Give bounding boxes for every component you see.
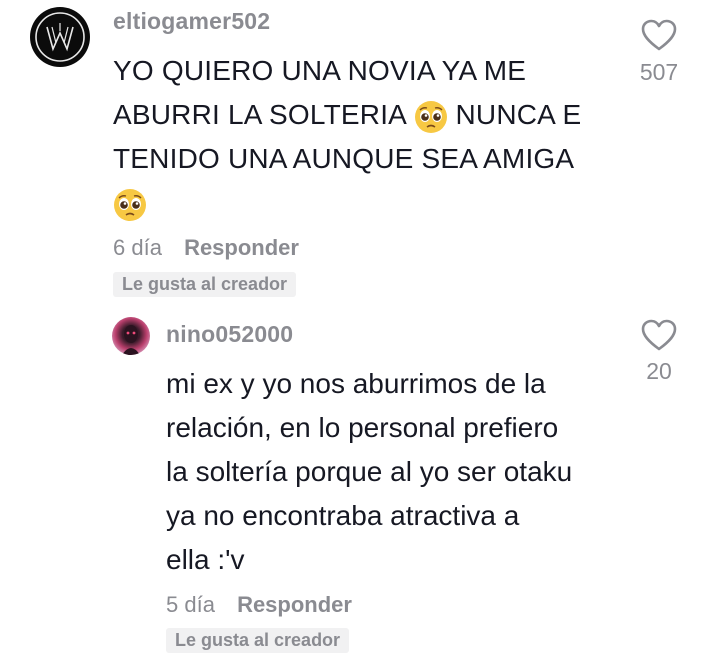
like-count: 20 (646, 358, 672, 384)
anime-avatar-icon (122, 325, 140, 355)
like-button[interactable] (629, 18, 689, 57)
comment-line-2: ABURRI LA SOLTERIA NUNCA E (113, 93, 633, 137)
comment-username[interactable]: nino052000 (166, 321, 293, 348)
comment-line (113, 181, 633, 225)
comment-meta: 5 día Responder (166, 592, 352, 618)
like-button[interactable] (629, 318, 689, 357)
reply-button[interactable]: Responder (237, 592, 352, 617)
comment-username[interactable]: eltiogamer502 (113, 8, 270, 35)
comment-line: relación, en lo personal prefiero (166, 412, 559, 443)
like-count: 507 (639, 59, 679, 85)
reply-button[interactable]: Responder (184, 235, 299, 260)
comment-line: ya no encontraba atractiva a (166, 500, 520, 531)
avatar[interactable] (30, 7, 90, 67)
comment-text: YO QUIERO UNA NOVIA YA ME ABURRI LA SOLT… (113, 49, 633, 225)
avatar[interactable] (112, 317, 150, 355)
heart-icon[interactable] (640, 18, 678, 52)
comment-line: YO QUIERO UNA NOVIA YA ME (113, 55, 527, 86)
comment-line: TENIDO UNA AUNQUE SEA AMIGA (113, 143, 575, 174)
comment-time: 6 día (113, 235, 162, 260)
comment-line: la soltería porque al yo ser otaku (166, 456, 573, 487)
comment-text: mi ex y yo nos aburrimos de la relación,… (166, 362, 626, 582)
pleading-face-emoji-icon (114, 188, 146, 221)
comment-meta: 6 día Responder (113, 235, 299, 261)
comment-line: ella :'v (166, 544, 245, 575)
pleading-face-emoji-icon (414, 100, 447, 133)
liked-by-creator-badge: Le gusta al creador (113, 272, 297, 297)
heart-icon[interactable] (640, 318, 678, 352)
watch-dogs-logo-icon (35, 12, 85, 62)
comment-line: mi ex y yo nos aburrimos de la (166, 368, 546, 399)
comment-time: 5 día (166, 592, 215, 617)
